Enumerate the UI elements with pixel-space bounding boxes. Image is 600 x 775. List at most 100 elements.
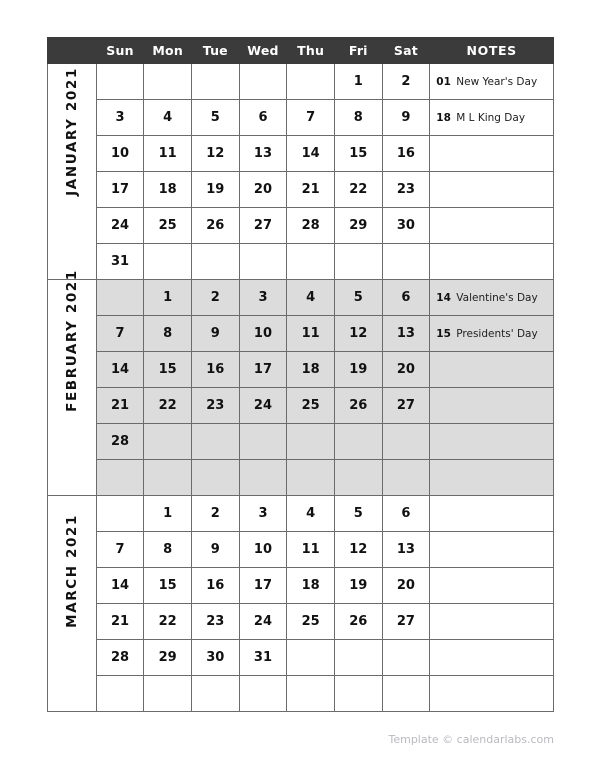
day-cell[interactable]: 6 <box>381 495 431 532</box>
day-cell[interactable]: 5 <box>333 279 383 316</box>
note-cell-empty[interactable] <box>429 387 554 424</box>
note-cell-empty[interactable] <box>429 495 554 532</box>
day-cell[interactable]: 29 <box>333 207 383 244</box>
day-cell[interactable]: 9 <box>190 531 240 568</box>
day-cell[interactable]: 31 <box>95 243 145 280</box>
day-cell[interactable]: 3 <box>95 99 145 136</box>
day-cell-empty[interactable] <box>286 639 335 676</box>
day-cell[interactable]: 30 <box>381 207 431 244</box>
day-cell[interactable]: 10 <box>95 135 145 172</box>
day-cell[interactable]: 1 <box>143 279 192 316</box>
day-cell[interactable]: 11 <box>143 135 192 172</box>
note-cell[interactable]: 18 M L King Day <box>429 99 554 136</box>
day-cell[interactable]: 8 <box>143 315 192 352</box>
day-cell[interactable]: 28 <box>95 639 145 676</box>
day-cell-empty[interactable] <box>381 423 431 460</box>
day-cell[interactable]: 24 <box>95 207 145 244</box>
day-cell[interactable]: 24 <box>238 387 288 424</box>
day-cell[interactable]: 30 <box>190 639 240 676</box>
day-cell-empty[interactable] <box>381 243 431 280</box>
day-cell[interactable]: 2 <box>190 279 240 316</box>
note-cell-empty[interactable] <box>429 423 554 460</box>
day-cell-empty[interactable] <box>286 423 335 460</box>
day-cell-empty[interactable] <box>95 459 145 496</box>
day-cell[interactable]: 26 <box>190 207 240 244</box>
day-cell[interactable]: 21 <box>95 387 145 424</box>
day-cell-empty[interactable] <box>286 63 335 100</box>
note-cell-empty[interactable] <box>429 207 554 244</box>
day-cell[interactable]: 3 <box>238 279 288 316</box>
day-cell-empty[interactable] <box>333 423 383 460</box>
day-cell[interactable]: 5 <box>190 99 240 136</box>
day-cell[interactable]: 2 <box>190 495 240 532</box>
day-cell-empty[interactable] <box>190 243 240 280</box>
day-cell[interactable]: 14 <box>286 135 335 172</box>
day-cell[interactable]: 31 <box>238 639 288 676</box>
day-cell[interactable]: 13 <box>238 135 288 172</box>
day-cell[interactable]: 10 <box>238 531 288 568</box>
day-cell[interactable]: 15 <box>333 135 383 172</box>
day-cell[interactable]: 5 <box>333 495 383 532</box>
note-cell-empty[interactable] <box>429 639 554 676</box>
day-cell-empty[interactable] <box>333 675 383 712</box>
day-cell[interactable]: 26 <box>333 603 383 640</box>
day-cell[interactable]: 13 <box>381 531 431 568</box>
day-cell[interactable]: 8 <box>333 99 383 136</box>
day-cell[interactable]: 19 <box>190 171 240 208</box>
note-cell[interactable]: 14 Valentine's Day <box>429 279 554 316</box>
day-cell[interactable]: 12 <box>190 135 240 172</box>
note-cell-empty[interactable] <box>429 531 554 568</box>
day-cell-empty[interactable] <box>286 675 335 712</box>
day-cell[interactable]: 11 <box>286 315 335 352</box>
day-cell-empty[interactable] <box>190 63 240 100</box>
day-cell[interactable]: 21 <box>95 603 145 640</box>
note-cell-empty[interactable] <box>429 135 554 172</box>
day-cell[interactable]: 18 <box>286 567 335 604</box>
day-cell-empty[interactable] <box>381 675 431 712</box>
day-cell[interactable]: 25 <box>286 387 335 424</box>
day-cell[interactable]: 20 <box>381 351 431 388</box>
note-cell[interactable]: 15 Presidents' Day <box>429 315 554 352</box>
day-cell[interactable]: 6 <box>381 279 431 316</box>
day-cell-empty[interactable] <box>381 639 431 676</box>
day-cell-empty[interactable] <box>95 63 145 100</box>
day-cell[interactable]: 28 <box>95 423 145 460</box>
day-cell-empty[interactable] <box>143 243 192 280</box>
day-cell[interactable]: 7 <box>286 99 335 136</box>
day-cell[interactable]: 28 <box>286 207 335 244</box>
day-cell-empty[interactable] <box>238 423 288 460</box>
day-cell-empty[interactable] <box>143 423 192 460</box>
day-cell[interactable]: 19 <box>333 351 383 388</box>
day-cell[interactable]: 22 <box>143 603 192 640</box>
day-cell[interactable]: 1 <box>333 63 383 100</box>
note-cell-empty[interactable] <box>429 459 554 496</box>
day-cell[interactable]: 16 <box>381 135 431 172</box>
day-cell[interactable]: 12 <box>333 531 383 568</box>
day-cell-empty[interactable] <box>333 243 383 280</box>
day-cell[interactable]: 29 <box>143 639 192 676</box>
day-cell[interactable]: 4 <box>143 99 192 136</box>
day-cell[interactable]: 24 <box>238 603 288 640</box>
note-cell-empty[interactable] <box>429 243 554 280</box>
day-cell[interactable]: 9 <box>190 315 240 352</box>
day-cell[interactable]: 9 <box>381 99 431 136</box>
day-cell[interactable]: 7 <box>95 315 145 352</box>
day-cell-empty[interactable] <box>190 675 240 712</box>
note-cell[interactable]: 01 New Year's Day <box>429 63 554 100</box>
day-cell[interactable]: 26 <box>333 387 383 424</box>
day-cell[interactable]: 22 <box>143 387 192 424</box>
day-cell-empty[interactable] <box>333 639 383 676</box>
day-cell[interactable]: 14 <box>95 351 145 388</box>
day-cell[interactable]: 27 <box>238 207 288 244</box>
day-cell[interactable]: 23 <box>190 387 240 424</box>
day-cell-empty[interactable] <box>143 459 192 496</box>
note-cell-empty[interactable] <box>429 171 554 208</box>
day-cell[interactable]: 18 <box>286 351 335 388</box>
day-cell[interactable]: 27 <box>381 603 431 640</box>
day-cell[interactable]: 25 <box>286 603 335 640</box>
note-cell-empty[interactable] <box>429 351 554 388</box>
day-cell[interactable]: 21 <box>286 171 335 208</box>
day-cell-empty[interactable] <box>190 459 240 496</box>
day-cell[interactable]: 11 <box>286 531 335 568</box>
day-cell[interactable]: 15 <box>143 351 192 388</box>
